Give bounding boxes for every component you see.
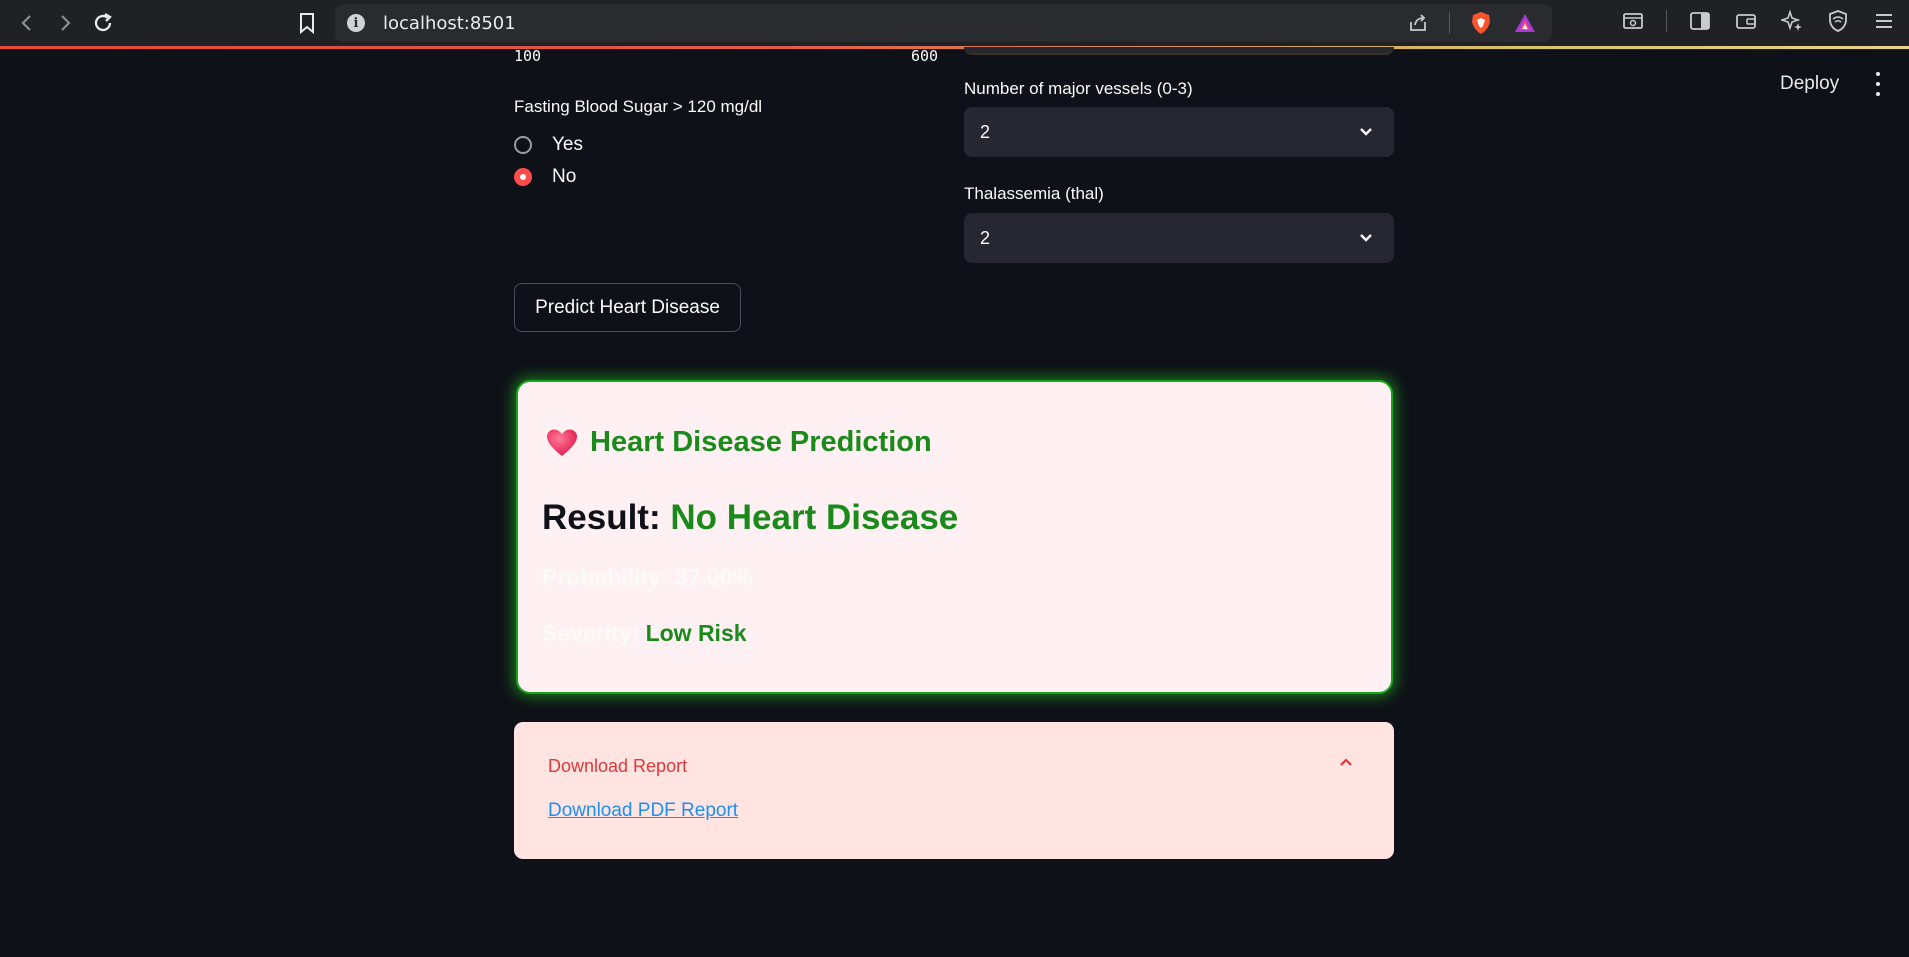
chevron-down-icon — [1360, 128, 1372, 136]
screenshot-search-icon[interactable] — [1620, 8, 1646, 34]
radio-button-checked[interactable] — [514, 168, 532, 186]
radio-button[interactable] — [514, 136, 532, 154]
select-value: 2 — [980, 121, 991, 142]
reload-icon[interactable] — [88, 8, 118, 38]
vpn-icon[interactable] — [1825, 8, 1851, 34]
prediction-title: Heart Disease Prediction — [546, 426, 932, 459]
forward-icon[interactable] — [50, 8, 80, 38]
result-label: Result: — [542, 498, 661, 537]
radio-option-no[interactable]: No — [514, 166, 576, 188]
heart-icon — [547, 429, 577, 456]
main-menu-icon[interactable] — [1872, 72, 1884, 96]
radio-label: Yes — [552, 134, 583, 155]
thalassemia-select[interactable]: 2 — [964, 213, 1394, 263]
brave-shields-icon[interactable] — [1468, 10, 1494, 36]
severity-value: Low Risk — [645, 620, 747, 646]
site-info-icon[interactable]: i — [347, 14, 365, 32]
leo-ai-icon[interactable] — [1779, 8, 1805, 34]
chevron-up-icon[interactable] — [1336, 752, 1356, 772]
separator — [1449, 12, 1450, 34]
deploy-button[interactable]: Deploy — [1780, 73, 1839, 95]
share-icon[interactable] — [1405, 10, 1431, 36]
slider-max-label: 600 — [911, 47, 939, 65]
select-box-partial[interactable] — [964, 47, 1394, 55]
chevron-down-icon — [1360, 234, 1372, 242]
back-icon[interactable] — [12, 8, 42, 38]
probability-line: Probability: 37.00% — [542, 564, 753, 591]
prediction-card: Heart Disease Prediction Result: No Hear… — [516, 380, 1393, 694]
probability-label: Probability: — [542, 564, 669, 590]
download-report-expander[interactable]: Download Report Download PDF Report — [514, 722, 1394, 859]
predict-heart-disease-button[interactable]: Predict Heart Disease — [514, 283, 741, 332]
result-line: Result: No Heart Disease — [542, 498, 958, 538]
select-value: 2 — [980, 227, 991, 248]
address-bar[interactable]: i localhost:8501 — [335, 4, 1552, 42]
radio-label: No — [552, 166, 577, 187]
loading-bar — [0, 46, 1909, 49]
major-vessels-select[interactable]: 2 — [964, 107, 1394, 157]
wallet-icon[interactable] — [1733, 8, 1759, 34]
expander-title[interactable]: Download Report — [548, 756, 687, 777]
url-text: localhost:8501 — [383, 12, 516, 34]
bookmark-icon[interactable] — [292, 8, 322, 38]
thalassemia-label: Thalassemia (thal) — [964, 184, 1104, 203]
probability-value: 37.00% — [674, 564, 753, 590]
browser-menu-icon[interactable] — [1871, 8, 1897, 34]
separator — [1666, 10, 1667, 32]
radio-option-yes[interactable]: Yes — [514, 134, 583, 156]
major-vessels-label: Number of major vessels (0-3) — [964, 79, 1193, 98]
result-value: No Heart Disease — [670, 498, 959, 537]
prediction-title-text: Heart Disease Prediction — [590, 426, 932, 458]
sidebar-toggle-icon[interactable] — [1687, 8, 1713, 34]
brave-rewards-icon[interactable] — [1512, 10, 1538, 36]
severity-label: Severity: — [542, 620, 640, 646]
download-pdf-link[interactable]: Download PDF Report — [548, 800, 738, 822]
slider-min-label: 100 — [514, 47, 542, 65]
browser-toolbar: i localhost:8501 — [0, 0, 1909, 50]
fasting-blood-sugar-label: Fasting Blood Sugar > 120 mg/dl — [514, 97, 763, 116]
severity-line: Severity: Low Risk — [542, 620, 747, 647]
